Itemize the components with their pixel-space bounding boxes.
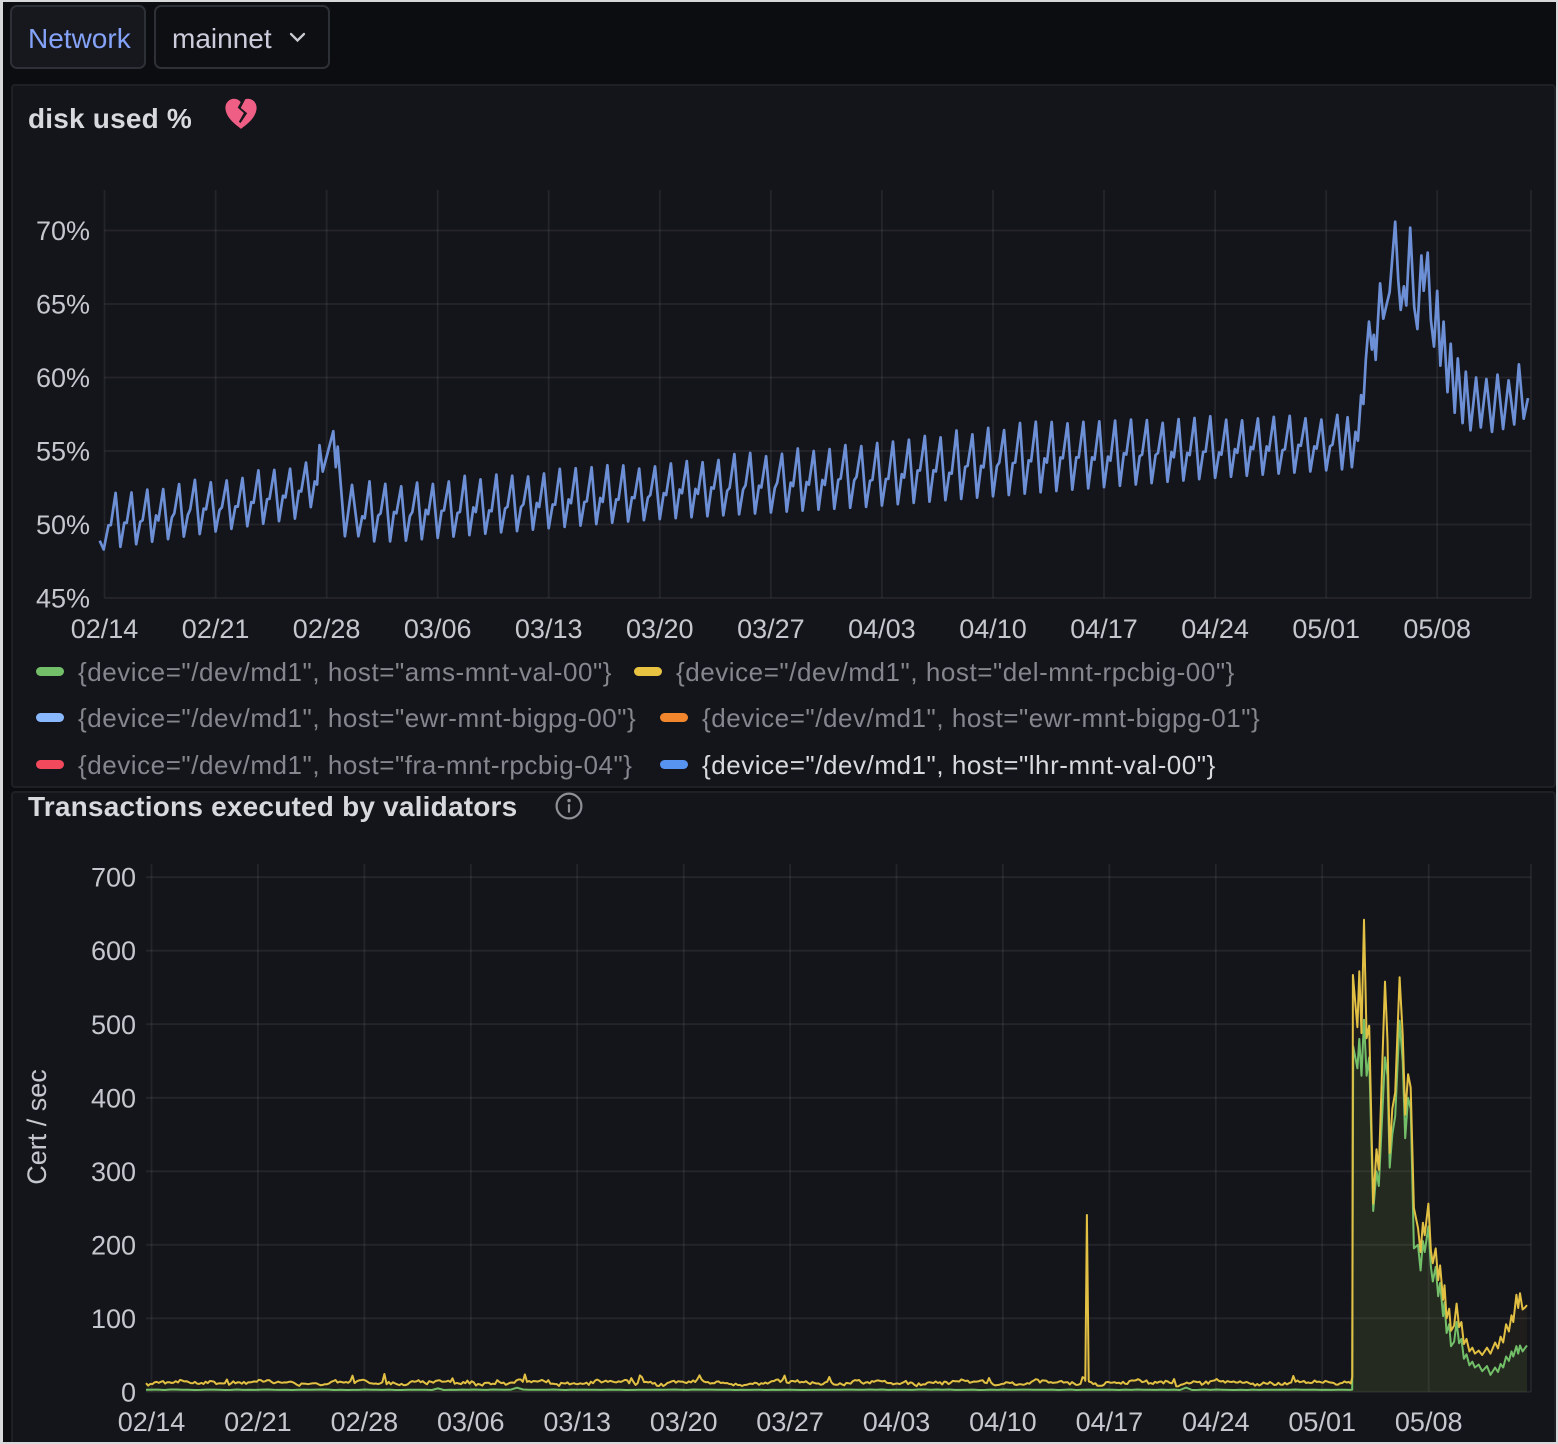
svg-text:04/17: 04/17 [1070,614,1138,644]
svg-text:04/10: 04/10 [969,1407,1037,1437]
svg-text:55%: 55% [36,437,90,467]
svg-text:02/28: 02/28 [293,614,361,644]
svg-text:0: 0 [121,1377,136,1407]
svg-text:05/01: 05/01 [1292,614,1360,644]
svg-text:03/20: 03/20 [650,1407,718,1437]
svg-text:200: 200 [91,1230,136,1260]
svg-text:300: 300 [91,1157,136,1187]
svg-text:05/08: 05/08 [1395,1407,1463,1437]
svg-text:04/24: 04/24 [1182,1407,1250,1437]
svg-text:04/10: 04/10 [959,614,1027,644]
svg-text:05/01: 05/01 [1288,1407,1356,1437]
svg-text:04/24: 04/24 [1181,614,1249,644]
svg-text:04/03: 04/03 [863,1407,931,1437]
svg-text:02/14: 02/14 [118,1407,186,1437]
svg-text:04/17: 04/17 [1076,1407,1144,1437]
svg-text:03/13: 03/13 [543,1407,611,1437]
svg-text:600: 600 [91,936,136,966]
svg-text:02/14: 02/14 [71,614,139,644]
svg-text:400: 400 [91,1083,136,1113]
svg-text:03/06: 03/06 [404,614,472,644]
svg-text:02/28: 02/28 [331,1407,399,1437]
svg-text:50%: 50% [36,510,90,540]
svg-text:02/21: 02/21 [224,1407,292,1437]
svg-text:60%: 60% [36,363,90,393]
svg-text:Cert / sec: Cert / sec [22,1069,52,1185]
svg-text:70%: 70% [36,216,90,246]
svg-text:500: 500 [91,1010,136,1040]
svg-text:03/27: 03/27 [756,1407,824,1437]
svg-text:03/06: 03/06 [437,1407,505,1437]
svg-text:45%: 45% [36,584,90,614]
svg-text:04/03: 04/03 [848,614,916,644]
svg-text:03/20: 03/20 [626,614,694,644]
svg-text:100: 100 [91,1304,136,1334]
svg-text:05/08: 05/08 [1403,614,1471,644]
svg-text:65%: 65% [36,290,90,320]
svg-text:03/13: 03/13 [515,614,583,644]
svg-text:700: 700 [91,863,136,893]
svg-text:03/27: 03/27 [737,614,805,644]
svg-text:02/21: 02/21 [182,614,250,644]
